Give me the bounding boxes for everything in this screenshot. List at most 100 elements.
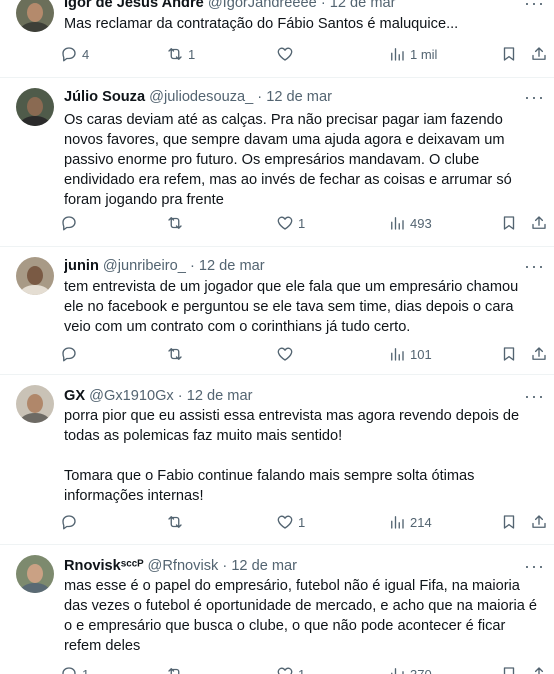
retweet-button[interactable] [166, 662, 188, 674]
bookmark-button[interactable] [500, 510, 518, 534]
tweet[interactable]: GX @Gx1910Gx · 12 de mar ··· porra pior … [0, 375, 554, 545]
avatar[interactable] [16, 555, 54, 593]
display-name[interactable]: GX [64, 388, 85, 404]
share-button[interactable] [530, 662, 548, 674]
tweet-paragraph: Mas reclamar da contratação do Fábio San… [64, 16, 459, 32]
tweet[interactable]: junin @junribeiro_ · 12 de mar ··· tem e… [0, 247, 554, 375]
share-icon [532, 515, 546, 528]
share-button[interactable] [530, 342, 548, 366]
like-button[interactable] [276, 342, 298, 366]
tweet-date[interactable]: 12 de mar [231, 558, 297, 574]
like-button[interactable]: 1 [276, 510, 305, 534]
avatar[interactable] [16, 0, 54, 32]
user-handle[interactable]: @Rfnovisk [148, 558, 219, 574]
bookmark-button[interactable] [500, 662, 518, 674]
user-handle[interactable]: @Gx1910Gx [89, 388, 174, 404]
like-count: 1 [298, 215, 306, 231]
like-button[interactable] [276, 42, 298, 66]
bookmark-button[interactable] [500, 42, 518, 66]
like-icon [277, 47, 293, 61]
tweet-actions: 4 1 1 mil [58, 42, 546, 66]
like-icon [277, 667, 293, 674]
like-icon [277, 515, 293, 529]
share-icon [532, 216, 546, 229]
separator-dot: · [320, 0, 326, 11]
retweet-icon [168, 516, 182, 528]
share-icon [534, 667, 544, 674]
separator-dot: · [257, 89, 263, 105]
views-count: 370 [410, 666, 432, 674]
bookmark-button[interactable] [500, 342, 518, 366]
bookmark-icon [503, 347, 515, 361]
timeline: Igor de Jesus André @IgorJandreeee · 12 … [0, 0, 554, 674]
retweet-button[interactable] [166, 510, 188, 534]
reply-button[interactable] [60, 342, 82, 366]
views-icon [391, 217, 404, 230]
share-button[interactable] [530, 510, 548, 534]
reply-count: 1 [82, 666, 90, 674]
avatar[interactable] [16, 88, 54, 126]
user-handle[interactable]: @juliodesouza_ [149, 89, 253, 105]
views-count: 493 [410, 215, 432, 231]
retweet-button[interactable] [166, 342, 188, 366]
like-button[interactable]: 1 [276, 662, 305, 674]
bookmark-icon [503, 47, 515, 61]
tweet-text: Os caras deviam até as calças. Pra não p… [64, 110, 538, 210]
share-button[interactable] [530, 42, 548, 66]
like-icon [277, 216, 293, 230]
like-button[interactable]: 1 [276, 211, 305, 235]
reply-button[interactable] [60, 211, 82, 235]
avatar[interactable] [16, 257, 54, 295]
user-handle[interactable]: @junribeiro_ [103, 258, 186, 274]
tweet-header: Igor de Jesus André @IgorJandreeee · 12 … [64, 0, 520, 12]
more-icon[interactable]: ··· [524, 88, 544, 110]
reply-icon [62, 667, 76, 674]
views-button[interactable]: 493 [388, 211, 432, 235]
retweet-button[interactable] [166, 211, 188, 235]
reply-button[interactable]: 1 [60, 662, 89, 674]
reply-button[interactable] [60, 510, 82, 534]
user-handle[interactable]: @IgorJandreeee [208, 0, 317, 11]
tweet-date[interactable]: 12 de mar [199, 258, 265, 274]
views-icon [391, 348, 404, 361]
tweet[interactable]: Rnoviskˢᶜᶜᴾ @Rfnovisk · 12 de mar ··· ma… [0, 545, 554, 674]
views-button[interactable]: 370 [388, 662, 432, 674]
views-button[interactable]: 1 mil [388, 42, 437, 66]
tweet[interactable]: Júlio Souza @juliodesouza_ · 12 de mar ·… [0, 78, 554, 247]
share-icon [532, 347, 546, 360]
views-icon [391, 516, 404, 529]
bookmark-icon [503, 216, 515, 230]
tweet-paragraph: porra pior que eu assisti essa entrevist… [64, 408, 520, 444]
tweet-date[interactable]: 12 de mar [187, 388, 253, 404]
tweet-date[interactable]: 12 de mar [266, 89, 332, 105]
tweet-actions: 1 1 370 [58, 662, 546, 674]
retweet-icon [168, 217, 182, 229]
retweet-button[interactable]: 1 [166, 42, 195, 66]
bookmark-button[interactable] [500, 211, 518, 235]
bookmark-icon [503, 515, 515, 529]
views-count: 101 [410, 346, 432, 362]
tweet[interactable]: Igor de Jesus André @IgorJandreeee · 12 … [0, 0, 554, 78]
views-button[interactable]: 101 [388, 342, 432, 366]
tweet-paragraph: mas esse é o papel do empresário, futebo… [64, 578, 537, 654]
tweet-paragraph: tem entrevista de um jogador que ele fal… [64, 279, 519, 335]
views-icon [391, 48, 404, 61]
display-name[interactable]: Igor de Jesus André [64, 0, 204, 11]
views-button[interactable]: 214 [388, 510, 432, 534]
tweet-text: porra pior que eu assisti essa entrevist… [64, 406, 538, 506]
reply-button[interactable]: 4 [60, 42, 89, 66]
display-name[interactable]: Júlio Souza [64, 89, 145, 105]
views-count: 1 mil [410, 46, 438, 62]
tweet-actions: 1 493 [58, 211, 546, 235]
like-icon [277, 347, 293, 361]
tweet-date[interactable]: 12 de mar [330, 0, 396, 11]
tweet-header: GX @Gx1910Gx · 12 de mar [64, 387, 520, 405]
share-icon [532, 47, 546, 60]
display-name[interactable]: junin [64, 258, 99, 274]
avatar[interactable] [16, 385, 54, 423]
tweet-paragraph: Os caras deviam até as calças. Pra não p… [64, 112, 512, 208]
display-name[interactable]: Rnoviskˢᶜᶜᴾ [64, 558, 143, 574]
views-count: 214 [410, 514, 432, 530]
share-button[interactable] [530, 211, 548, 235]
like-count: 1 [298, 666, 306, 674]
